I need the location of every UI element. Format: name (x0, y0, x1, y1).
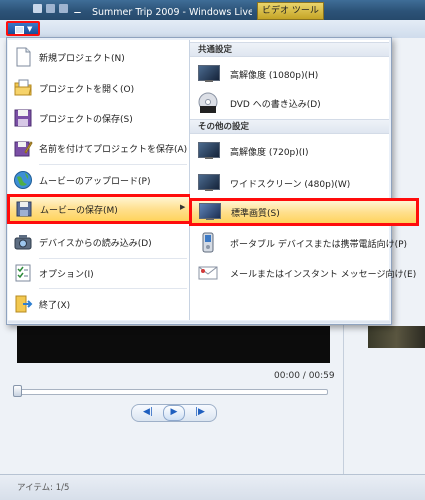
submenu-item-email-im[interactable]: メールまたはインスタント メッセージ向け(E) (190, 259, 416, 287)
email-icon (196, 262, 222, 284)
save-movie-icon (14, 199, 34, 219)
status-bar: アイテム: 1/5 (0, 474, 425, 500)
menu-item-save-as[interactable]: 名前を付けてプロジェクトを保存(A) (8, 133, 189, 163)
application-menu: 新規プロジェクト(N) プロジェクトを開く(O) プロジェクトの保存(S) 名前… (6, 37, 419, 325)
submenu-item-hd-1080p[interactable]: 高解像度 (1080p)(H) (190, 60, 389, 88)
standard-monitor-icon (197, 201, 223, 223)
timecode: 00:00 / 00:59 (274, 371, 335, 381)
menu-item-options[interactable]: オプション(I) (8, 258, 189, 288)
submenu-item-portable-device[interactable]: ポータブル デバイスまたは携帯電話向け(P) (190, 229, 407, 257)
video-tools-tab[interactable]: ビデオ ツール (257, 2, 324, 20)
title-bar: Summer Trip 2009 - Windows Live ムー... ビデ… (0, 0, 425, 20)
menu-item-new-project[interactable]: 新規プロジェクト(N) (8, 42, 189, 72)
section-header-other: その他の設定 (190, 119, 389, 134)
seek-bar[interactable] (16, 389, 328, 395)
section-header-common: 共通設定 (190, 42, 389, 57)
options-icon (13, 263, 33, 283)
menu-commands-pane: 新規プロジェクト(N) プロジェクトを開く(O) プロジェクトの保存(S) 名前… (7, 40, 192, 320)
dvd-icon (196, 92, 222, 114)
menu-item-upload-movie[interactable]: ムービーのアップロード(P) (8, 165, 189, 195)
customize-toolbar-icon[interactable] (74, 5, 81, 13)
hd-monitor-icon (196, 63, 222, 85)
widescreen-monitor-icon (196, 172, 222, 194)
app-menu-icon (15, 26, 24, 34)
menu-item-exit[interactable]: 終了(X) (8, 289, 189, 319)
menu-item-save-movie[interactable]: ムービーの保存(M) ▶ (7, 194, 192, 224)
open-project-icon (13, 78, 33, 98)
submenu-item-hd-720p[interactable]: 高解像度 (720p)(I) (190, 137, 389, 165)
menu-item-import-from-device[interactable]: デバイスからの読み込み(D) (8, 227, 189, 257)
item-count: アイテム: 1/5 (17, 483, 70, 493)
submenu-item-standard-quality[interactable]: 標準画質(S) (189, 198, 419, 226)
seek-knob[interactable] (13, 385, 22, 397)
video-preview (17, 326, 330, 363)
chevron-down-icon: ▼ (27, 25, 33, 33)
save-as-icon (13, 138, 33, 158)
save-movie-submenu: 共通設定 高解像度 (1080p)(H) DVD への書き込み(D) その他の設… (189, 40, 419, 320)
playback-controls: ◀| ▶ |▶ (131, 404, 217, 422)
portable-device-icon (196, 232, 222, 254)
menu-item-open-project[interactable]: プロジェクトを開く(O) (8, 73, 189, 103)
quick-save-icon[interactable] (33, 4, 42, 13)
hd-monitor-icon (196, 140, 222, 162)
window-title: Summer Trip 2009 - Windows Live ムー... (92, 7, 252, 18)
previous-frame-icon[interactable]: ◀| (138, 406, 158, 419)
submenu-item-widescreen-480p[interactable]: ワイドスクリーン (480p)(W) (190, 169, 389, 197)
new-project-icon (13, 47, 33, 67)
save-project-icon (13, 108, 33, 128)
exit-icon (13, 294, 33, 314)
camera-import-icon (13, 232, 33, 252)
globe-icon (13, 170, 33, 190)
redo-icon[interactable] (59, 4, 68, 13)
undo-icon[interactable] (46, 4, 55, 13)
next-frame-icon[interactable]: |▶ (190, 406, 210, 419)
play-icon[interactable]: ▶ (163, 405, 185, 421)
storyboard-thumbnail[interactable] (368, 326, 425, 348)
submenu-arrow-icon: ▶ (180, 203, 186, 211)
application-menu-button[interactable]: ▼ (6, 21, 40, 36)
menu-item-save-project[interactable]: プロジェクトの保存(S) (8, 103, 189, 133)
menu-footer (8, 321, 390, 323)
submenu-item-burn-dvd[interactable]: DVD への書き込み(D) (190, 89, 389, 117)
